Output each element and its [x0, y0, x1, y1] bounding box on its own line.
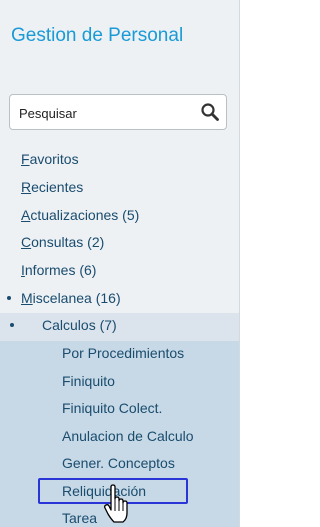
nav-item-actualizaciones[interactable]: Actualizaciones (5) [21, 205, 139, 225]
nav-item-miscelanea[interactable]: Miscelanea (16) [21, 288, 121, 308]
nav-item-favoritos[interactable]: Favoritos [21, 149, 79, 169]
search-box[interactable] [9, 94, 227, 130]
submenu-item-gener-conceptos[interactable]: Gener. Conceptos [62, 453, 175, 473]
panel-edge [240, 0, 247, 527]
navigation-panel: Gestion de Personal Favoritos Recientes … [0, 0, 240, 527]
submenu-item-por-procedimientos[interactable]: Por Procedimientos [62, 343, 184, 363]
hand-pointer-icon [104, 484, 128, 523]
search-input[interactable] [19, 104, 189, 122]
expanded-bullet-icon [10, 323, 14, 327]
expanded-bullet-icon [7, 296, 11, 300]
search-icon[interactable] [200, 102, 220, 122]
submenu-item-tarea[interactable]: Tarea [62, 508, 97, 527]
submenu-item-anulacion-de-calculo[interactable]: Anulacion de Calculo [62, 426, 194, 446]
nav-item-informes[interactable]: Informes (6) [21, 260, 96, 280]
submenu-item-finiquito[interactable]: Finiquito [62, 371, 115, 391]
calculos-group-header[interactable] [0, 313, 239, 341]
nav-item-calculos[interactable]: Calculos (7) [42, 315, 117, 335]
nav-item-consultas[interactable]: Consultas (2) [21, 232, 104, 252]
app-title: Gestion de Personal [11, 25, 184, 46]
submenu-item-finiquito-colect[interactable]: Finiquito Colect. [62, 398, 162, 418]
nav-item-recientes[interactable]: Recientes [21, 177, 83, 197]
